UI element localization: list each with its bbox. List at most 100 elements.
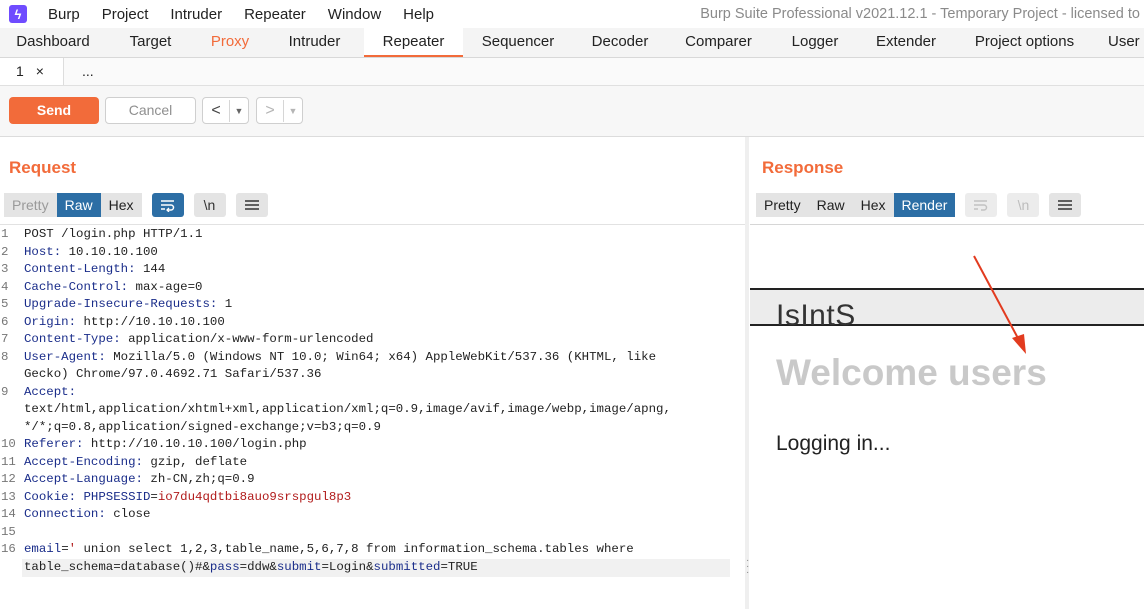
response-view-raw[interactable]: Raw xyxy=(808,193,853,217)
code-token: http://10.10.10.100 xyxy=(76,314,225,329)
menu-help[interactable]: Help xyxy=(392,6,445,23)
response-view-pretty[interactable]: Pretty xyxy=(756,193,809,217)
response-view-bar: Pretty Raw Hex Render \n xyxy=(756,193,1082,217)
code-token: submit xyxy=(276,559,322,574)
line-content: Connection: close xyxy=(24,506,150,524)
line-number: 13 xyxy=(1,489,16,504)
wrap-icon xyxy=(965,193,998,217)
line-content: Gecko) Chrome/97.0.4692.71 Safari/537.36 xyxy=(24,366,321,384)
tab-intruder[interactable]: Intruder xyxy=(265,28,364,57)
menu-icon[interactable] xyxy=(1049,193,1082,217)
response-view-hex[interactable]: Hex xyxy=(852,193,894,217)
code-token: PHPSESSID xyxy=(76,489,151,504)
code-token: =Login& xyxy=(321,559,374,574)
tab-target[interactable]: Target xyxy=(106,28,195,57)
tab-extender[interactable]: Extender xyxy=(860,28,952,57)
line-number: 15 xyxy=(1,524,16,539)
send-button[interactable]: Send xyxy=(9,97,99,124)
tab-user-options[interactable]: User options xyxy=(1097,28,1144,57)
code-token: Cookie: xyxy=(24,489,77,504)
code-token: =ddw& xyxy=(239,559,277,574)
forward-button[interactable]: > ▼ xyxy=(256,97,303,124)
line-number: 16 xyxy=(1,542,16,556)
code-token: Gecko) Chrome/97.0.4692.71 Safari/537.36 xyxy=(24,367,322,381)
menu-burp[interactable]: Burp xyxy=(37,6,91,23)
line-number: 14 xyxy=(1,507,16,521)
tab-repeater[interactable]: Repeater xyxy=(364,28,463,57)
code-token: close xyxy=(105,507,151,521)
line-content: Accept-Encoding: gzip, deflate xyxy=(24,454,247,472)
forward-arrow-icon: > xyxy=(257,99,284,122)
code-token: submitted xyxy=(373,559,441,574)
line-number: 7 xyxy=(1,332,9,346)
line-content: Content-Length: 144 xyxy=(24,261,165,279)
code-token: union select 1,2,3,table_name,5,6,7,8 fr… xyxy=(76,542,634,556)
tab-sequencer[interactable]: Sequencer xyxy=(463,28,573,57)
close-icon[interactable]: × xyxy=(36,63,44,79)
back-button[interactable]: < ▼ xyxy=(202,97,249,124)
line-content: Accept: xyxy=(24,384,76,402)
code-token: Origin: xyxy=(24,314,77,329)
wrap-icon[interactable] xyxy=(151,193,184,217)
line-number: 12 xyxy=(1,472,16,486)
menu-intruder[interactable]: Intruder xyxy=(159,6,233,23)
panel-splitter[interactable] xyxy=(745,137,749,609)
line-content: Cache-Control: max-age=0 xyxy=(24,279,202,297)
tab-logger[interactable]: Logger xyxy=(770,28,860,57)
repeater-toolbar: Send Cancel < ▼ > ▼ xyxy=(0,86,1144,137)
request-view-pretty[interactable]: Pretty xyxy=(4,193,57,217)
response-view-render[interactable]: Render xyxy=(893,193,956,217)
repeater-tab-label: 1 xyxy=(16,63,24,79)
menu-project[interactable]: Project xyxy=(91,6,160,23)
code-token: Upgrade-Insecure-Requests: xyxy=(24,297,218,311)
line-number: 4 xyxy=(1,279,9,294)
tab-project-options[interactable]: Project options xyxy=(952,28,1097,57)
repeater-tab-1[interactable]: 1 × xyxy=(0,58,64,85)
code-token: = xyxy=(61,542,69,556)
newline-icon: \n xyxy=(1007,193,1040,217)
newline-icon[interactable]: \n xyxy=(193,193,226,217)
code-token: & xyxy=(202,559,210,574)
chevron-down-icon[interactable]: ▼ xyxy=(284,106,302,116)
repeater-subtabs: 1 × ... xyxy=(0,58,1144,86)
code-token: max-age=0 xyxy=(128,279,203,294)
line-number: 5 xyxy=(1,297,9,311)
menu-repeater[interactable]: Repeater xyxy=(233,6,317,23)
code-token: pass xyxy=(209,559,240,574)
tab-comparer[interactable]: Comparer xyxy=(667,28,770,57)
code-token: POST /login.php HTTP/1.1 xyxy=(24,227,203,241)
cancel-button[interactable]: Cancel xyxy=(105,97,196,124)
line-content: Accept-Language: zh-CN,zh;q=0.9 xyxy=(24,471,255,489)
request-view-bar: Pretty Raw Hex \n xyxy=(4,193,268,217)
code-token: Cache-Control: xyxy=(24,279,129,294)
tab-proxy[interactable]: Proxy xyxy=(195,28,265,57)
request-view-raw[interactable]: Raw xyxy=(56,193,101,217)
code-token: */*;q=0.8,application/signed-exchange;v=… xyxy=(24,419,381,434)
tab-decoder[interactable]: Decoder xyxy=(573,28,667,57)
request-view-hex[interactable]: Hex xyxy=(100,193,142,217)
request-editor[interactable]: 1 POST /login.php HTTP/1.1 2 Host: 10.10.10… xyxy=(0,226,745,609)
code-token: 10.10.10.100 xyxy=(61,244,158,259)
menu-icon[interactable] xyxy=(235,193,268,217)
burp-logo-icon: ϟ xyxy=(9,5,27,23)
tab-dashboard[interactable]: Dashboard xyxy=(0,28,106,57)
code-token: ' xyxy=(68,542,77,556)
code-token: gzip, deflate xyxy=(142,454,248,469)
code-token: 144 xyxy=(135,262,166,276)
line-content: POST /login.php HTTP/1.1 xyxy=(24,226,202,244)
new-tab-button[interactable]: ... xyxy=(64,58,114,85)
response-title: Response xyxy=(762,158,844,177)
line-number: 11 xyxy=(1,454,16,469)
line-content: Referer: http://10.10.10.100/login.php xyxy=(24,436,307,454)
line-content: Host: 10.10.10.100 xyxy=(24,244,158,262)
menu-window[interactable]: Window xyxy=(317,6,392,23)
code-token: email xyxy=(24,542,62,556)
menu-bar: ϟ Burp Project Intruder Repeater Window … xyxy=(0,0,1144,28)
splitter-grip-icon[interactable]: · · · xyxy=(746,556,749,578)
code-token: application/x-www-form-urlencoded xyxy=(120,332,374,346)
line-number: 2 xyxy=(1,244,9,259)
code-token: zh-CN,zh;q=0.9 xyxy=(142,472,255,486)
chevron-down-icon[interactable]: ▼ xyxy=(230,106,248,116)
line-number: 8 xyxy=(1,349,9,364)
code-token: io7du4qdtbi8auo9srspgul8p3 xyxy=(157,489,352,504)
